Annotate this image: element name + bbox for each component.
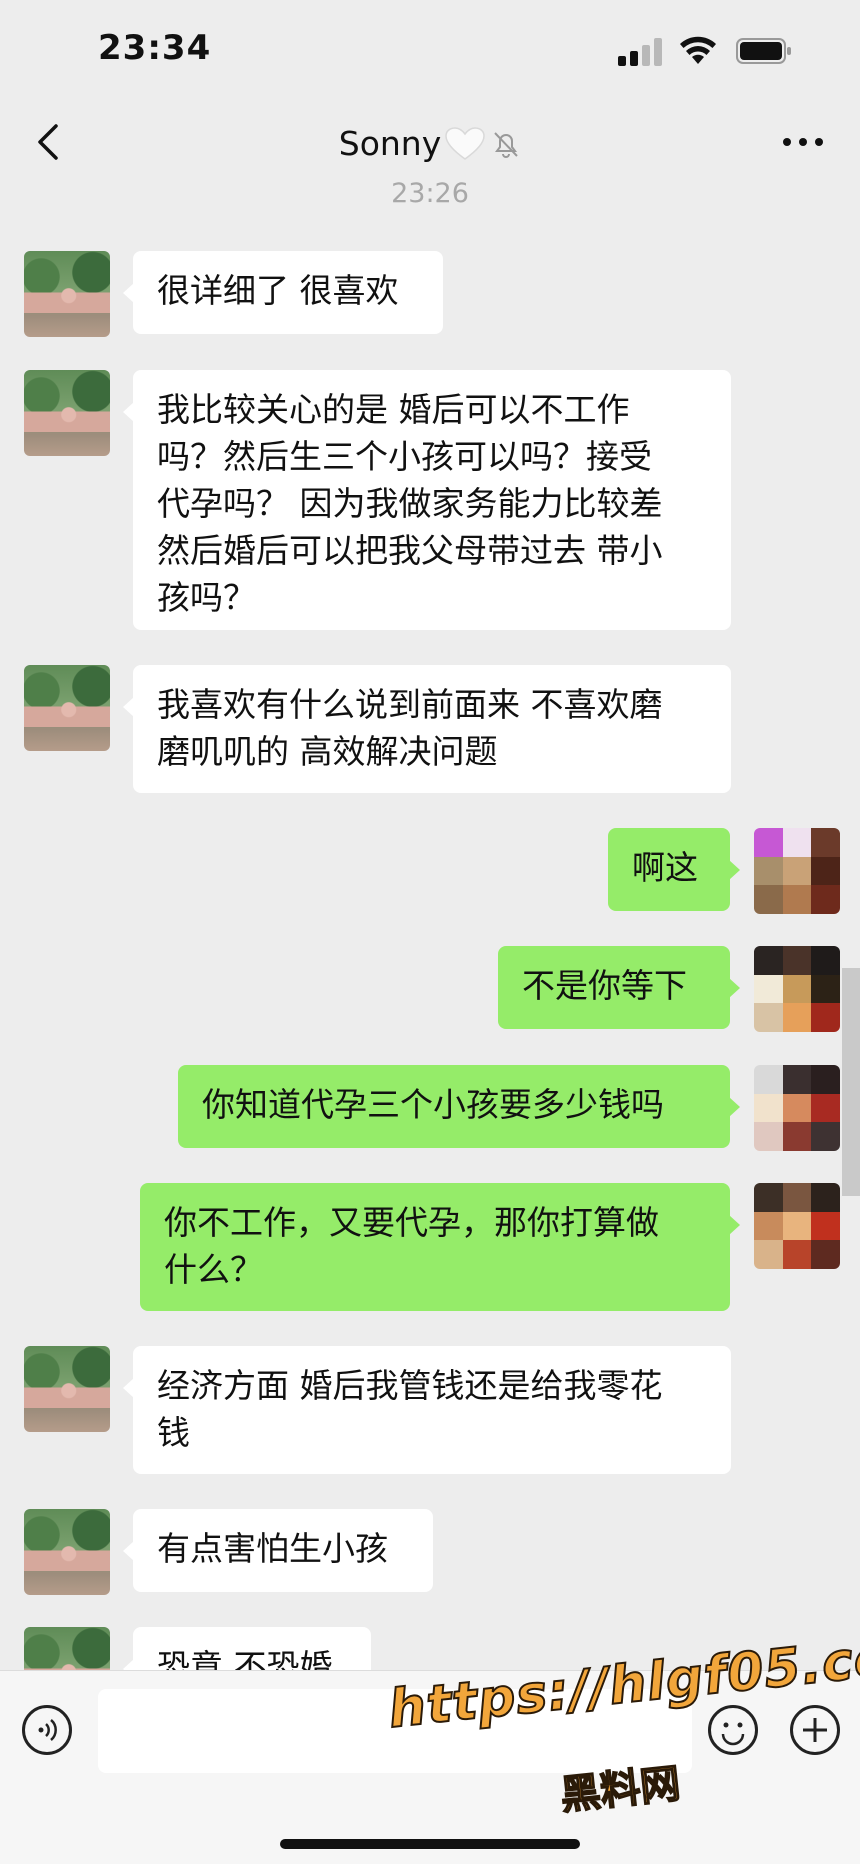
home-indicator — [280, 1839, 580, 1849]
white-heart-icon — [445, 126, 486, 160]
message-bubble-incoming[interactable]: 经济方面 婚后我管钱还是给我零花 钱 — [123, 1346, 731, 1474]
plus-icon[interactable] — [790, 1705, 840, 1755]
battery-icon — [736, 38, 791, 64]
more-options-button[interactable] — [778, 122, 828, 162]
message-text: 很详细了 很喜欢 — [157, 271, 399, 310]
message-bubble-outgoing[interactable]: 不是你等下 — [498, 946, 740, 1029]
message-bubble-incoming[interactable]: 我喜欢有什么说到前面来 不喜欢磨 磨叽叽的 高效解决问题 — [123, 665, 731, 793]
message-bubble-incoming[interactable]: 我比较关心的是 婚后可以不工作 吗？然后生三个小孩可以吗？接受 代孕吗？ 因为我… — [123, 370, 731, 630]
contact-avatar[interactable] — [24, 1509, 110, 1595]
wifi-icon — [680, 36, 716, 64]
emoji-icon[interactable] — [708, 1705, 758, 1755]
message-line: 什么？ — [164, 1250, 263, 1289]
message-line: 孩吗？ — [157, 578, 256, 617]
message-text: 啊这 — [632, 848, 698, 887]
message-line: 吗？然后生三个小孩可以吗？接受 — [157, 437, 652, 476]
message-bubble-outgoing[interactable]: 你知道代孕三个小孩要多少钱吗 — [178, 1065, 740, 1148]
user-avatar[interactable] — [754, 946, 840, 1032]
message-line: 然后婚后可以把我父母带过去 带小 — [157, 531, 663, 570]
message-line: 磨叽叽的 高效解决问题 — [157, 732, 498, 771]
message-bubble-outgoing[interactable]: 啊这 — [608, 828, 740, 911]
message-timestamp: 23:26 — [391, 178, 469, 209]
scroll-indicator — [842, 968, 860, 1196]
contact-avatar[interactable] — [24, 370, 110, 456]
contact-avatar[interactable] — [24, 1346, 110, 1432]
message-line: 钱 — [157, 1413, 190, 1452]
user-avatar[interactable] — [754, 1065, 840, 1151]
cellular-signal-icon — [618, 38, 666, 66]
user-avatar[interactable] — [754, 1183, 840, 1269]
message-line: 经济方面 婚后我管钱还是给我零花 — [157, 1366, 663, 1405]
message-bubble-incoming[interactable]: 有点害怕生小孩 — [123, 1509, 433, 1592]
status-bar: 23:34 — [0, 0, 860, 100]
contact-name: Sonny — [338, 124, 442, 163]
status-time: 23:34 — [98, 28, 212, 68]
voice-icon[interactable] — [22, 1705, 72, 1755]
message-bubble-outgoing[interactable]: 你不工作，又要代孕，那你打算做 什么？ — [140, 1183, 740, 1311]
message-text: 你知道代孕三个小孩要多少钱吗 — [202, 1085, 664, 1124]
contact-avatar[interactable] — [24, 251, 110, 337]
bell-muted-icon — [494, 131, 518, 158]
contact-avatar[interactable] — [24, 665, 110, 751]
message-line: 代孕吗？ 因为我做家务能力比较差 — [157, 484, 663, 523]
message-line: 我喜欢有什么说到前面来 不喜欢磨 — [157, 685, 663, 724]
message-bubble-incoming[interactable]: 很详细了 很喜欢 — [123, 251, 443, 334]
chat-title: Sonny — [0, 122, 860, 163]
message-text: 有点害怕生小孩 — [157, 1529, 388, 1568]
message-text: 不是你等下 — [522, 966, 687, 1005]
chat-header: Sonny — [0, 100, 860, 184]
message-line: 我比较关心的是 婚后可以不工作 — [157, 390, 630, 429]
message-line: 你不工作，又要代孕，那你打算做 — [164, 1203, 659, 1242]
user-avatar[interactable] — [754, 828, 840, 914]
